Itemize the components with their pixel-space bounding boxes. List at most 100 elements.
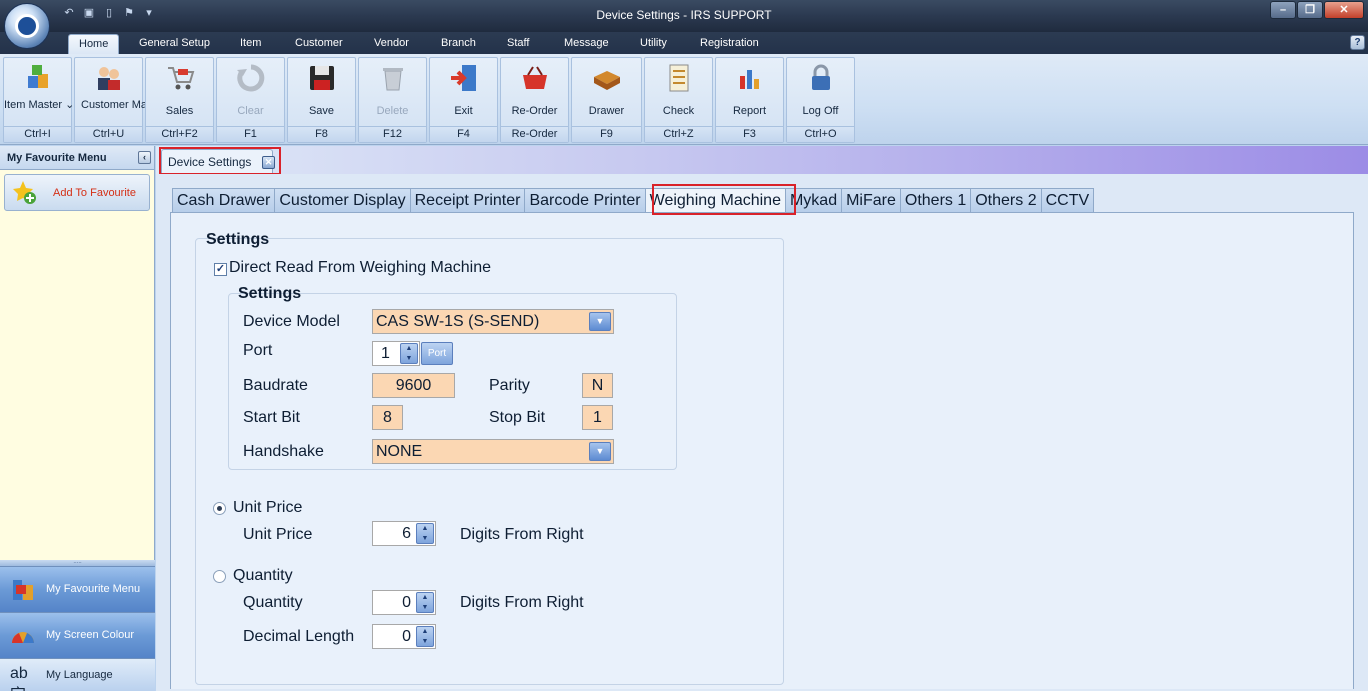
tab-utility[interactable]: Utility [640,37,667,49]
direct-read-checkbox[interactable]: ✓ [214,263,227,276]
re-order-shortcut: Re-Order [501,126,568,142]
document-tab-strip: Device Settings ✕ [156,146,1368,174]
title-bar: ↶ ▣ ▯ ⚑ ▾ Device Settings - IRS SUPPORT … [0,0,1368,32]
stepper-arrows-icon[interactable]: ▲ ▼ [416,626,434,647]
unit-price-radio[interactable] [213,502,226,515]
app-menu-orb[interactable] [4,3,50,49]
tab-branch[interactable]: Branch [441,37,476,49]
help-button[interactable]: ? [1350,35,1365,50]
window-controls: – ❐ ✕ [1270,1,1364,19]
tab-customer[interactable]: Customer [295,37,343,49]
tab-cash-drawer[interactable]: Cash Drawer [172,188,275,213]
add-to-favourite-label: Add To Favourite [53,187,136,199]
checklist-icon [669,64,688,92]
nav-my-favourite-menu-label: My Favourite Menu [46,583,141,595]
report-button[interactable]: Report F3 [715,57,784,143]
item-master-label: Item Master ⌄ [4,99,75,111]
quantity-radio-label: Quantity [233,567,293,584]
chevron-down-icon[interactable]: ▼ [589,312,611,331]
stop-bit-field[interactable]: 1 [582,405,613,430]
recycle-bin-icon [382,68,403,91]
item-master-button[interactable]: Item Master ⌄ Ctrl+I [3,57,75,143]
chevron-down-icon[interactable]: ▼ [589,442,611,461]
customer-master-button[interactable]: Customer Master ⌄ Ctrl+U [74,57,178,143]
tab-message[interactable]: Message [564,37,609,49]
device-model-value: CAS SW-1S (S-SEND) [376,313,540,330]
customer-master-shortcut: Ctrl+U [75,126,142,142]
unit-price-stepper[interactable]: 6 ▲ ▼ [372,521,436,546]
port-stepper[interactable]: 1 ▲ ▼ [372,341,420,366]
tab-item[interactable]: Item [240,37,261,49]
nav-my-language[interactable]: ab字 My Language [0,658,155,691]
tab-registration[interactable]: Registration [700,37,759,49]
exit-shortcut: F4 [430,126,497,142]
unit-price-radio-label: Unit Price [233,499,303,516]
ribbon: Item Master ⌄ Ctrl+I Customer Master ⌄ C… [0,54,1368,145]
close-button[interactable]: ✕ [1324,1,1364,19]
tab-home[interactable]: Home [68,34,120,54]
tab-general-setup[interactable]: General Setup [139,37,210,49]
colour-palette-icon [12,632,34,643]
tab-cctv[interactable]: CCTV [1040,188,1095,213]
highlight-document-tab [159,147,281,175]
nav-my-screen-colour[interactable]: My Screen Colour [0,612,155,658]
check-label: Check [662,105,695,117]
log-off-button[interactable]: Log Off Ctrl+O [786,57,855,143]
tab-others-1[interactable]: Others 1 [899,188,971,213]
tab-receipt-printer[interactable]: Receipt Printer [409,188,525,213]
tab-mifare[interactable]: MiFare [841,188,900,213]
stop-bit-label: Stop Bit [489,409,546,426]
delete-button[interactable]: Delete F12 [358,57,427,143]
settings-tab-bar: Cash Drawer Customer Display Receipt Pri… [172,188,1095,213]
port-label: Port [243,342,273,359]
stepper-arrows-icon[interactable]: ▲ ▼ [416,592,434,613]
handshake-select[interactable]: NONE ▼ [372,439,614,464]
quantity-radio[interactable] [213,570,226,583]
exit-label: Exit [454,105,473,117]
drawer-shortcut: F9 [572,126,641,142]
highlight-weighing-tab [652,184,796,215]
save-button[interactable]: Save F8 [287,57,356,143]
direct-read-label: Direct Read From Weighing Machine [229,259,492,276]
check-button[interactable]: Check Ctrl+Z [644,57,713,143]
device-model-select[interactable]: CAS SW-1S (S-SEND) ▼ [372,309,614,334]
drawer-button[interactable]: Drawer F9 [571,57,642,143]
parity-field[interactable]: N [582,373,613,398]
tab-others-2[interactable]: Others 2 [970,188,1041,213]
save-label: Save [308,105,335,117]
minimize-button[interactable]: – [1270,1,1296,19]
decimal-length-label: Decimal Length [243,628,355,645]
handshake-label: Handshake [243,443,324,460]
tab-vendor[interactable]: Vendor [374,37,409,49]
add-to-favourite-button[interactable]: Add To Favourite [4,174,150,211]
cash-drawer-icon [593,71,620,90]
stepper-arrows-icon[interactable]: ▲ ▼ [416,523,434,544]
tab-staff[interactable]: Staff [507,37,529,49]
tab-barcode-printer[interactable]: Barcode Printer [524,188,645,213]
decimal-length-stepper[interactable]: 0 ▲ ▼ [372,624,436,649]
start-bit-field[interactable]: 8 [372,405,403,430]
sales-button[interactable]: Sales Ctrl+F2 [145,57,214,143]
stepper-arrows-icon[interactable]: ▲ ▼ [400,343,418,364]
tab-customer-display[interactable]: Customer Display [274,188,410,213]
exit-button[interactable]: Exit F4 [429,57,498,143]
item-master-shortcut: Ctrl+I [4,126,71,142]
baudrate-field[interactable]: 9600 [372,373,455,398]
clear-shortcut: F1 [217,126,284,142]
quantity-value: 0 [402,594,411,611]
weighing-machine-page: Settings ✓ Direct Read From Weighing Mac… [170,212,1354,689]
port-button[interactable]: Port [421,342,453,365]
nav-my-favourite-menu[interactable]: My Favourite Menu [0,566,155,612]
nav-my-language-label: My Language [46,669,113,681]
quantity-stepper[interactable]: 0 ▲ ▼ [372,590,436,615]
clear-button[interactable]: Clear F1 [216,57,285,143]
inner-settings-title: Settings [238,285,302,302]
star-add-icon [13,181,36,204]
report-shortcut: F3 [716,126,783,142]
item-master-icon [27,65,48,88]
collapse-panel-button[interactable]: ‹ [138,151,151,164]
re-order-button[interactable]: Re-Order Re-Order [500,57,569,143]
favourite-panel-header: My Favourite Menu ‹ [0,146,154,170]
maximize-button[interactable]: ❐ [1297,1,1323,19]
unit-price-digits-label: Digits From Right [460,526,584,543]
